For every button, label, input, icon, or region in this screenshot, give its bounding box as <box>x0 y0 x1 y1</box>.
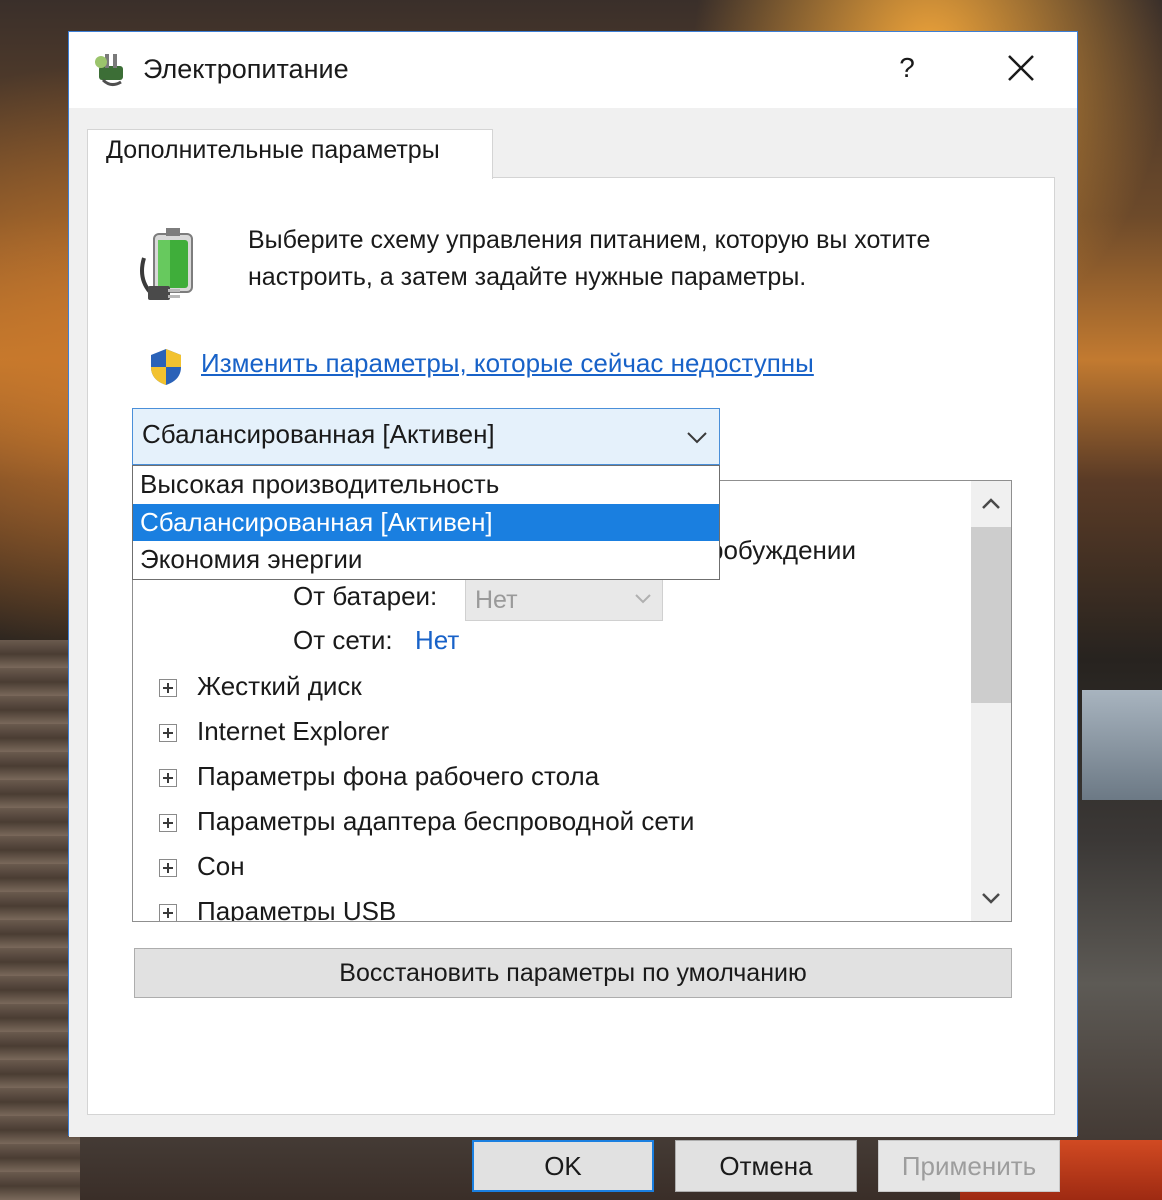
power-plan-select[interactable]: Сбалансированная [Активен] <box>132 408 720 465</box>
scroll-thumb[interactable] <box>971 527 1011 703</box>
dialog-client-area: Дополнительные параметры Выберите схему … <box>69 108 1077 1192</box>
battery-plug-icon <box>138 228 208 308</box>
tab-panel: Выберите схему управления питанием, кото… <box>87 177 1055 1115</box>
expand-icon[interactable] <box>159 859 177 877</box>
chevron-up-icon <box>982 498 1000 509</box>
tree-item-sleep[interactable]: Сон <box>197 851 245 882</box>
plan-option-balanced[interactable]: Сбалансированная [Активен] <box>133 504 719 541</box>
ok-button[interactable]: OK <box>472 1140 654 1192</box>
cancel-button[interactable]: Отмена <box>675 1140 857 1192</box>
help-button[interactable]: ? <box>889 46 925 90</box>
chevron-down-icon <box>687 432 707 444</box>
background-boat <box>1082 690 1162 800</box>
expand-icon[interactable] <box>159 769 177 787</box>
scroll-up-button[interactable] <box>971 489 1011 519</box>
power-options-dialog: Электропитание ? Дополнительные параметр… <box>68 31 1078 1192</box>
tree-item-partial: робуждении <box>709 535 856 565</box>
expand-icon[interactable] <box>159 724 177 742</box>
battery-value-select: Нет <box>465 579 663 621</box>
scroll-down-button[interactable] <box>971 883 1011 913</box>
change-unavailable-settings-link[interactable]: Изменить параметры, которые сейчас недос… <box>201 348 814 379</box>
battery-label: От батареи: <box>293 581 438 611</box>
power-plan-dropdown-list[interactable]: Высокая производительность Сбалансирован… <box>132 465 720 580</box>
battery-value: Нет <box>475 586 518 614</box>
ac-label: От сети: <box>293 625 393 655</box>
chevron-down-icon <box>982 893 1000 904</box>
power-plan-value: Сбалансированная [Активен] <box>142 419 495 449</box>
tab-advanced-settings[interactable]: Дополнительные параметры <box>87 129 493 179</box>
tree-item-desktop-background[interactable]: Параметры фона рабочего стола <box>197 761 599 792</box>
description-text: Выберите схему управления питанием, кото… <box>248 226 931 291</box>
expand-icon[interactable] <box>159 679 177 697</box>
close-button[interactable] <box>997 46 1045 90</box>
apply-button[interactable]: Применить <box>878 1140 1060 1192</box>
plan-option-power-saver[interactable]: Экономия энергии <box>133 541 719 578</box>
restore-defaults-button[interactable]: Восстановить параметры по умолчанию <box>134 948 1012 998</box>
plan-option-high-performance[interactable]: Высокая производительность <box>133 466 719 503</box>
tree-item-internet-explorer[interactable]: Internet Explorer <box>197 716 389 747</box>
tree-item-wireless-adapter[interactable]: Параметры адаптера беспроводной сети <box>197 806 694 837</box>
uac-shield-icon <box>148 347 184 387</box>
title-bar: Электропитание ? <box>69 32 1077 108</box>
window-title: Электропитание <box>143 54 349 84</box>
expand-icon[interactable] <box>159 814 177 832</box>
tree-item-hard-disk[interactable]: Жесткий диск <box>197 671 362 702</box>
power-plug-icon <box>91 48 131 88</box>
expand-icon[interactable] <box>159 904 177 921</box>
tree-scrollbar[interactable] <box>971 481 1011 921</box>
ac-value-link[interactable]: Нет <box>415 625 459 656</box>
close-icon <box>1008 55 1034 81</box>
chevron-down-icon <box>635 594 651 604</box>
tree-item-usb[interactable]: Параметры USB <box>197 896 396 921</box>
